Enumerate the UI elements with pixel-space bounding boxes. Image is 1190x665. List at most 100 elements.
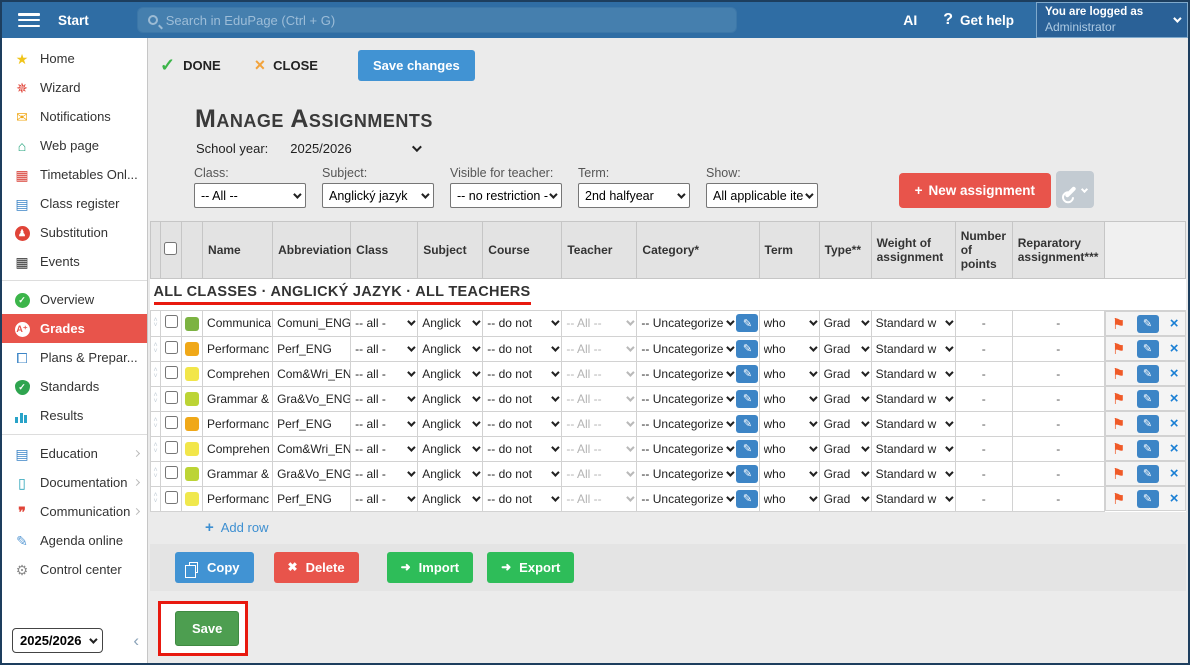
term-select[interactable]: who — [764, 367, 815, 381]
sidebar-item-education[interactable]: ▤Education — [2, 439, 147, 468]
name-input[interactable]: Comprehen — [203, 361, 273, 386]
class-select[interactable]: -- all - — [355, 367, 413, 381]
weight-select[interactable]: Standard w — [876, 442, 951, 456]
class-select[interactable]: -- all - — [355, 417, 413, 431]
sidebar-item-results[interactable]: Results — [2, 401, 147, 430]
teacher-select[interactable]: -- All -- — [566, 342, 632, 356]
color-swatch[interactable] — [185, 317, 199, 331]
add-row-button[interactable]: +Add row — [205, 519, 1186, 536]
sidebar-collapse-arrow[interactable]: ‹ — [133, 632, 139, 649]
subject-select[interactable]: Anglick — [422, 342, 478, 356]
sidebar-item-home[interactable]: ★Home — [2, 44, 147, 73]
edit-category-button[interactable]: ✎ — [736, 490, 758, 508]
subject-select[interactable]: Anglick — [422, 442, 478, 456]
save-button[interactable]: Save — [175, 611, 239, 646]
global-search[interactable] — [137, 7, 737, 33]
edit-category-button[interactable]: ✎ — [736, 465, 758, 483]
school-year-value-select[interactable]: 2025/2026 — [290, 141, 418, 156]
color-swatch[interactable] — [185, 417, 199, 431]
abbreviation-input[interactable]: Com&Wri_EN — [273, 361, 351, 386]
subject-select[interactable]: Anglick — [422, 417, 478, 431]
abbreviation-input[interactable]: Perf_ENG — [273, 486, 351, 511]
weight-select[interactable]: Standard w — [876, 342, 951, 356]
drag-handle[interactable]: ˄˅ — [151, 386, 161, 411]
teacher-select[interactable]: -- All -- — [566, 467, 632, 481]
edit-row-button[interactable]: ✎ — [1137, 365, 1159, 383]
term-select[interactable]: who — [764, 442, 815, 456]
row-checkbox[interactable] — [165, 466, 178, 479]
flag-icon[interactable]: ⚑ — [1112, 340, 1125, 358]
weight-select[interactable]: Standard w — [876, 492, 951, 506]
abbreviation-input[interactable]: Gra&Vo_ENG — [273, 386, 351, 411]
sidebar-item-web-page[interactable]: ⌂Web page — [2, 131, 147, 160]
course-select[interactable]: -- do not — [487, 392, 557, 406]
delete-row-button[interactable]: × — [1170, 465, 1179, 482]
category-select[interactable]: -- Uncategorize — [641, 467, 732, 481]
term-select[interactable]: who — [764, 392, 815, 406]
sidebar-item-overview[interactable]: ✓Overview — [2, 285, 147, 314]
drag-handle[interactable]: ˄˅ — [151, 486, 161, 511]
type-select[interactable]: Grad — [824, 342, 867, 356]
edit-row-button[interactable]: ✎ — [1137, 415, 1159, 433]
delete-button[interactable]: ✖Delete — [274, 552, 359, 583]
color-swatch[interactable] — [185, 367, 199, 381]
teacher-select[interactable]: -- All -- — [566, 492, 632, 506]
edit-row-button[interactable]: ✎ — [1137, 390, 1159, 408]
teacher-select[interactable]: -- All -- — [566, 417, 632, 431]
subject-select[interactable]: Anglick — [422, 492, 478, 506]
flag-icon[interactable]: ⚑ — [1112, 440, 1125, 458]
weight-select[interactable]: Standard w — [876, 367, 951, 381]
subject-select[interactable]: Anglick — [422, 316, 478, 330]
weight-select[interactable]: Standard w — [876, 316, 951, 330]
class-select[interactable]: -- all - — [355, 342, 413, 356]
new-assignment-button[interactable]: +New assignment — [899, 173, 1051, 208]
close-button[interactable]: ×CLOSE — [255, 55, 318, 76]
type-select[interactable]: Grad — [824, 316, 867, 330]
type-select[interactable]: Grad — [824, 492, 867, 506]
color-swatch[interactable] — [185, 342, 199, 356]
flag-icon[interactable]: ⚑ — [1112, 365, 1125, 383]
category-select[interactable]: -- Uncategorize — [641, 316, 732, 330]
category-select[interactable]: -- Uncategorize — [641, 342, 732, 356]
name-input[interactable]: Performanc — [203, 411, 273, 436]
name-input[interactable]: Performanc — [203, 336, 273, 361]
color-swatch[interactable] — [185, 492, 199, 506]
category-select[interactable]: -- Uncategorize — [641, 442, 732, 456]
sidebar-item-wizard[interactable]: ✵Wizard — [2, 73, 147, 102]
row-checkbox[interactable] — [165, 366, 178, 379]
drag-handle[interactable]: ˄˅ — [151, 436, 161, 461]
start-menu[interactable]: Start — [58, 13, 89, 28]
edit-category-button[interactable]: ✎ — [736, 390, 758, 408]
drag-handle[interactable]: ˄˅ — [151, 411, 161, 436]
sidebar-item-timetables[interactable]: ▦Timetables Onl... — [2, 160, 147, 189]
course-select[interactable]: -- do not — [487, 417, 557, 431]
abbreviation-input[interactable]: Comuni_ENG — [273, 311, 351, 337]
edit-category-button[interactable]: ✎ — [736, 314, 758, 332]
teacher-select[interactable]: -- All -- — [566, 367, 632, 381]
tools-dropdown-button[interactable] — [1056, 171, 1094, 208]
teacher-select[interactable]: -- All -- — [566, 316, 632, 330]
weight-select[interactable]: Standard w — [876, 417, 951, 431]
sidebar-item-notifications[interactable]: ✉Notifications — [2, 102, 147, 131]
edit-category-button[interactable]: ✎ — [736, 440, 758, 458]
term-select[interactable]: who — [764, 492, 815, 506]
sidebar-item-communication[interactable]: ❞Communication — [2, 497, 147, 526]
search-input[interactable] — [166, 13, 726, 28]
delete-row-button[interactable]: × — [1170, 390, 1179, 407]
filter-show-select[interactable]: All applicable ite — [706, 183, 818, 208]
subject-select[interactable]: Anglick — [422, 367, 478, 381]
sidebar-item-plans[interactable]: ⧠Plans & Prepar... — [2, 343, 147, 372]
type-select[interactable]: Grad — [824, 417, 867, 431]
sidebar-item-standards[interactable]: ✓Standards — [2, 372, 147, 401]
color-swatch[interactable] — [185, 392, 199, 406]
class-select[interactable]: -- all - — [355, 392, 413, 406]
get-help-button[interactable]: ? Get help — [943, 11, 1014, 29]
filter-visible-for-teacher-select[interactable]: -- no restriction - — [450, 183, 562, 208]
delete-row-button[interactable]: × — [1170, 440, 1179, 457]
flag-icon[interactable]: ⚑ — [1112, 465, 1125, 483]
abbreviation-input[interactable]: Perf_ENG — [273, 336, 351, 361]
abbreviation-input[interactable]: Gra&Vo_ENG — [273, 461, 351, 486]
hamburger-menu-icon[interactable] — [18, 13, 40, 27]
sidebar-item-control-center[interactable]: ⚙Control center — [2, 555, 147, 584]
import-button[interactable]: ➜Import — [387, 552, 474, 583]
